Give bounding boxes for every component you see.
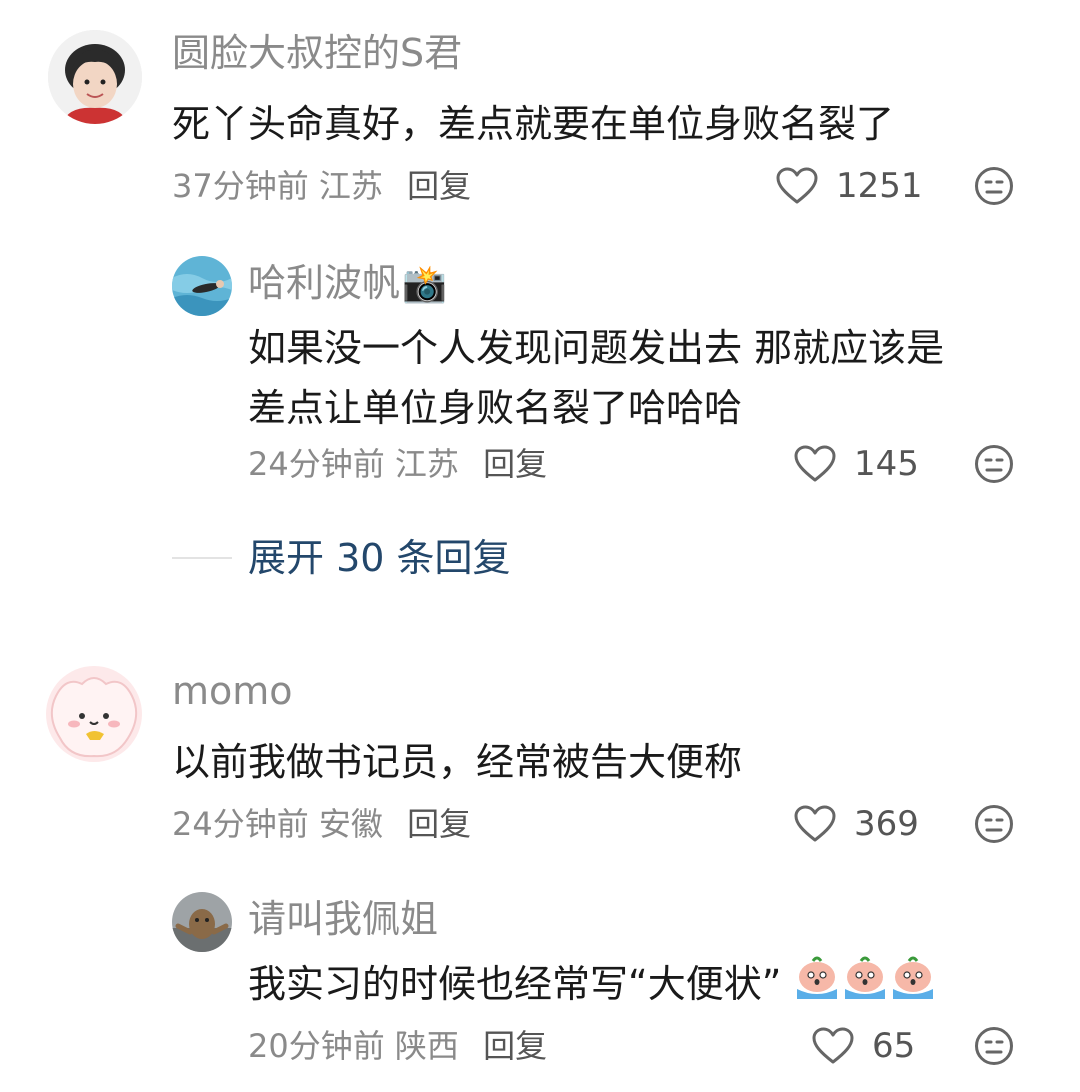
heart-icon <box>812 1027 854 1064</box>
dislike-button[interactable] <box>974 166 1014 206</box>
reply-location: 陕西 <box>394 1027 459 1065</box>
comment-location: 江苏 <box>318 167 383 205</box>
reply-meta: 24分钟前 江苏 回复 <box>248 444 547 484</box>
avatar-animal-icon <box>172 892 232 952</box>
like-count: 65 <box>872 1026 916 1066</box>
like-count: 369 <box>854 804 919 844</box>
expand-divider <box>172 557 232 559</box>
comment-username[interactable]: 圆脸大叔控的S君 <box>172 30 462 76</box>
avatar[interactable] <box>48 30 142 124</box>
like-button[interactable]: 369 <box>794 804 919 844</box>
expand-replies-button[interactable]: 展开 30 条回复 <box>248 535 511 581</box>
comment-time: 24分钟前 <box>172 805 309 843</box>
avatar-boy-icon <box>48 30 142 124</box>
comment-content[interactable]: 死丫头命真好，差点就要在单位身败名裂了 <box>172 94 1032 154</box>
avatar[interactable] <box>172 892 232 952</box>
heart-icon <box>794 445 836 482</box>
dislike-button[interactable] <box>974 444 1014 484</box>
crying-peach-sticker-icon <box>793 955 841 1018</box>
reply-username[interactable]: 请叫我佩姐 <box>248 896 438 942</box>
comment-meta: 37分钟前 江苏 回复 <box>172 166 471 206</box>
reply-button[interactable]: 回复 <box>407 167 471 205</box>
reply-button[interactable]: 回复 <box>483 445 547 483</box>
reply-username[interactable]: 哈利波帆📸 <box>248 260 447 308</box>
reply-time: 20分钟前 <box>248 1027 385 1065</box>
neutral-face-icon <box>975 167 1013 205</box>
reply-button[interactable]: 回复 <box>483 1027 547 1065</box>
comment-time: 37分钟前 <box>172 167 309 205</box>
comment-content[interactable]: 以前我做书记员，经常被告大便称 <box>172 732 1032 792</box>
crying-peach-sticker-icon <box>841 955 889 1018</box>
like-button[interactable]: 65 <box>812 1026 915 1066</box>
comment-location: 安徽 <box>318 805 383 843</box>
reply-time: 24分钟前 <box>248 445 385 483</box>
comment-meta: 24分钟前 安徽 回复 <box>172 804 471 844</box>
like-count: 1251 <box>836 166 923 206</box>
like-button[interactable]: 145 <box>794 444 919 484</box>
crying-peach-sticker-icon <box>889 955 937 1018</box>
reply-location: 江苏 <box>394 445 459 483</box>
avatar-swimmer-icon <box>172 256 232 316</box>
neutral-face-icon <box>975 1027 1013 1065</box>
camera-flash-icon: 📸 <box>402 264 447 305</box>
reply-meta: 20分钟前 陕西 回复 <box>248 1026 547 1066</box>
avatar[interactable] <box>172 256 232 316</box>
reply-username-text: 哈利波帆 <box>248 261 401 305</box>
reply-button[interactable]: 回复 <box>407 805 471 843</box>
neutral-face-icon <box>975 445 1013 483</box>
reply-content-line: 如果没一个人发现问题发出去 那就应该是 <box>248 326 945 370</box>
dislike-button[interactable] <box>974 804 1014 844</box>
heart-icon <box>794 805 836 842</box>
reply-content-line: 差点让单位身败名裂了哈哈哈 <box>248 386 743 430</box>
reply-content-text: 我实习的时候也经常写“大便状” <box>248 962 782 1006</box>
comment-username[interactable]: momo <box>172 668 293 714</box>
avatar[interactable] <box>46 666 142 762</box>
reply-content[interactable]: 我实习的时候也经常写“大便状” <box>248 954 1048 1018</box>
neutral-face-icon <box>975 805 1013 843</box>
like-button[interactable]: 1251 <box>776 166 923 206</box>
reply-content[interactable]: 如果没一个人发现问题发出去 那就应该是 差点让单位身败名裂了哈哈哈 <box>248 318 1048 438</box>
heart-icon <box>776 167 818 204</box>
avatar-pink-blob-icon <box>46 666 142 762</box>
like-count: 145 <box>854 444 919 484</box>
dislike-button[interactable] <box>974 1026 1014 1066</box>
